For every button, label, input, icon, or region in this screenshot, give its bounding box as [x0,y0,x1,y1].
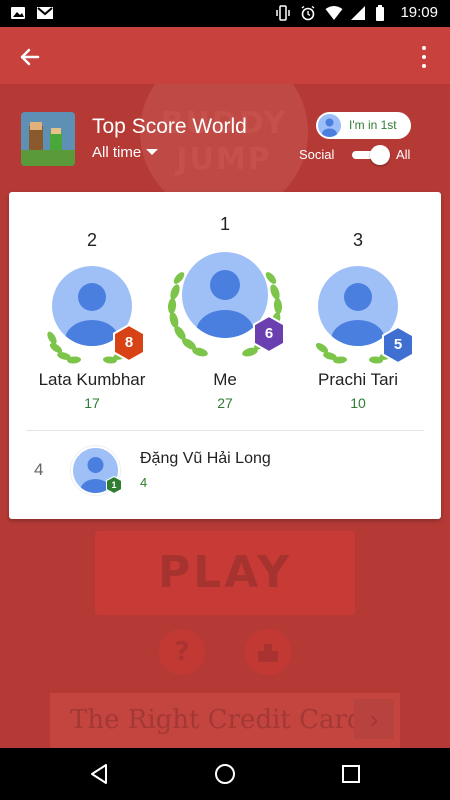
podium-rank: 1 [219,214,230,234]
alarm-icon [300,5,316,21]
caret-down-icon [146,149,159,155]
time-filter-label: All time [92,144,142,161]
social-all-toggle[interactable] [350,145,390,165]
status-time: 19:09 [400,4,438,21]
status-bar: 19:09 [0,0,450,27]
podium-score: 17 [84,395,100,411]
toggle-social-label: Social [299,147,335,162]
list-item[interactable]: 4 1 Đặng Vũ Hải Long 4 [9,444,441,504]
triangle-back-icon [91,764,107,784]
podium-rank: 3 [352,230,363,250]
help-button: ? [159,629,205,675]
podium-score: 27 [217,395,233,411]
level-badge: 1 [106,475,122,495]
game-thumbnail [21,112,75,166]
nav-home-button[interactable] [212,762,238,786]
my-avatar [318,114,341,137]
level-badge: 5 [381,326,415,364]
leaderboard-title: Top Score World [92,115,247,138]
row-rank: 4 [34,460,44,479]
podium-name: Lata Kumbhar [38,370,146,389]
back-button[interactable] [14,41,46,73]
overflow-menu-button[interactable] [410,41,438,73]
podium-score: 10 [350,395,366,411]
podium-second[interactable]: 2 8 Lata Kumbhar 17 [27,230,157,420]
my-rank-chip[interactable]: I'm in 1st [316,112,411,139]
podium-name: Prachi Tari [318,370,398,389]
nav-recents-button[interactable] [338,762,364,786]
ad-banner: The Right Credit Card › [50,693,400,748]
divider [26,430,424,431]
time-filter-dropdown[interactable]: All time [92,144,159,161]
photo-icon [10,5,26,21]
signal-icon [350,5,366,21]
leaderboard-button [245,629,291,675]
play-button: PLAY [95,531,355,615]
toggle-all-label: All [396,147,411,162]
arrow-left-icon [20,48,40,66]
row-name: Đặng Vũ Hải Long [140,450,271,467]
podium-icon [258,644,278,662]
navigation-bar [0,748,450,800]
podium-third[interactable]: 3 5 Prachi Tari 10 [293,230,423,420]
more-vert-icon [422,46,426,50]
leaderboard-card: 2 8 Lata Kumbhar 17 1 6 Me 27 3 5 Prachi… [9,192,441,519]
logo-line-2: JUMP [176,142,272,177]
ad-text: The Right Credit Card [70,705,364,735]
square-recents-icon [342,765,360,783]
wifi-icon [325,5,343,21]
level-badge: 6 [252,315,286,353]
vibrate-icon [275,4,291,21]
circle-home-icon [215,764,235,784]
battery-icon [375,4,391,21]
podium-rank: 2 [86,230,97,250]
level-badge: 8 [112,324,146,362]
my-rank-label: I'm in 1st [349,118,397,132]
nav-back-button[interactable] [86,762,112,786]
podium-name: Me [213,370,237,389]
podium-first[interactable]: 1 6 Me 27 [160,214,290,424]
app-bar [0,27,450,84]
row-score: 4 [140,475,148,490]
gmail-icon [36,5,53,21]
ad-arrow-icon: › [354,699,394,739]
